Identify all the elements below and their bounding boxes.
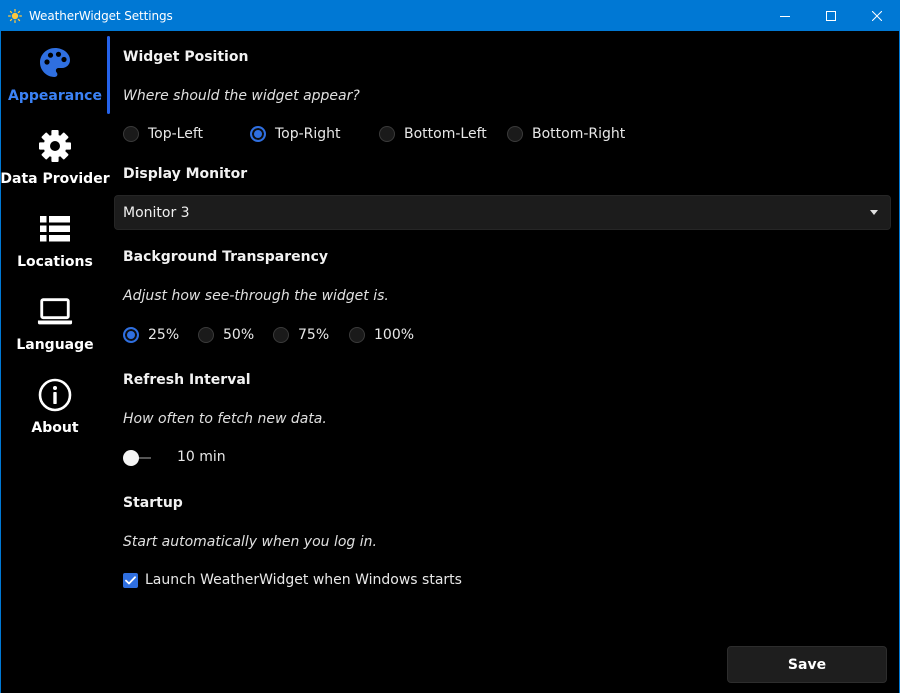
radio-indicator[interactable]: [349, 327, 365, 343]
sidebar-item-data-provider[interactable]: Data Provider: [0, 114, 110, 194]
refresh-interval-description: How often to fetch new data.: [123, 411, 327, 427]
radio-indicator[interactable]: [123, 126, 139, 142]
sidebar-item-appearance[interactable]: Appearance: [1, 31, 109, 111]
transparency-heading: Background Transparency: [123, 249, 329, 265]
close-button[interactable]: [854, 0, 900, 31]
monitor-select-value: Monitor 3: [123, 204, 190, 221]
widget-position-description: Where should the widget appear?: [123, 88, 360, 104]
radio-label: 100%: [374, 327, 415, 343]
refresh-interval-heading: Refresh Interval: [123, 372, 251, 388]
checkmark-icon: [125, 575, 136, 584]
radio-top-right[interactable]: Top-Right: [250, 126, 341, 142]
radio-label: 25%: [148, 327, 180, 343]
sidebar-item-locations[interactable]: Locations: [1, 197, 109, 277]
info-icon: [37, 377, 73, 413]
sidebar-nav: Appearance Data Provider Locations Langu…: [0, 31, 110, 693]
sidebar-item-label: About: [31, 420, 79, 436]
refresh-interval-slider[interactable]: [123, 450, 153, 466]
display-monitor-heading: Display Monitor: [123, 166, 248, 182]
startup-description: Start automatically when you log in.: [123, 534, 377, 550]
gear-icon: [37, 128, 73, 164]
laptop-icon: [37, 294, 73, 330]
radio-bottom-right[interactable]: Bottom-Right: [507, 126, 625, 142]
maximize-button[interactable]: [808, 0, 854, 31]
radio-100[interactable]: 100%: [349, 327, 414, 343]
radio-label: 50%: [223, 327, 255, 343]
radio-label: 75%: [298, 327, 330, 343]
radio-indicator[interactable]: [273, 327, 289, 343]
radio-label: Top-Left: [148, 126, 204, 142]
radio-indicator[interactable]: [123, 327, 139, 343]
close-icon: [872, 10, 882, 21]
settings-panel: Widget Position Where should the widget …: [114, 31, 893, 693]
radio-label: Top-Right: [275, 126, 341, 142]
radio-label: Bottom-Right: [532, 126, 626, 142]
chevron-down-icon[interactable]: [870, 210, 878, 215]
window-controls: [762, 0, 900, 31]
sun-icon: [8, 8, 22, 23]
monitor-select[interactable]: Monitor 3: [114, 195, 891, 230]
palette-icon: [37, 45, 73, 81]
sidebar-item-about[interactable]: About: [1, 363, 109, 443]
radio-bottom-left[interactable]: Bottom-Left: [379, 126, 487, 142]
title-bar[interactable]: WeatherWidget Settings: [0, 0, 900, 31]
radio-indicator[interactable]: [198, 327, 214, 343]
maximize-icon: [826, 10, 836, 21]
sidebar-item-label: Data Provider: [0, 171, 110, 187]
transparency-description: Adjust how see-through the widget is.: [123, 288, 389, 304]
radio-indicator[interactable]: [379, 126, 395, 142]
checkbox-label: Launch WeatherWidget when Windows starts: [145, 572, 462, 588]
sidebar-item-language[interactable]: Language: [1, 280, 109, 360]
radio-indicator[interactable]: [507, 126, 523, 142]
sidebar-item-label: Language: [16, 337, 94, 353]
widget-position-heading: Widget Position: [123, 49, 249, 65]
radio-label: Bottom-Left: [404, 126, 487, 142]
sidebar-item-label: Locations: [17, 254, 93, 270]
startup-heading: Startup: [123, 495, 183, 511]
list-icon: [37, 211, 73, 247]
launch-on-startup-checkbox[interactable]: [123, 572, 138, 588]
radio-25[interactable]: 25%: [123, 327, 179, 343]
save-button[interactable]: Save: [727, 646, 887, 683]
slider-thumb[interactable]: [123, 450, 139, 466]
launch-on-startup-checkbox-row[interactable]: Launch WeatherWidget when Windows starts: [123, 572, 462, 588]
radio-top-left[interactable]: Top-Left: [123, 126, 203, 142]
radio-50[interactable]: 50%: [198, 327, 254, 343]
radio-75[interactable]: 75%: [273, 327, 329, 343]
radio-indicator[interactable]: [250, 126, 266, 142]
minimize-button[interactable]: [762, 0, 808, 31]
minimize-icon: [780, 15, 790, 17]
window-title: WeatherWidget Settings: [29, 8, 173, 23]
sidebar-item-label: Appearance: [8, 88, 102, 104]
refresh-interval-value: 10 min: [177, 449, 226, 465]
